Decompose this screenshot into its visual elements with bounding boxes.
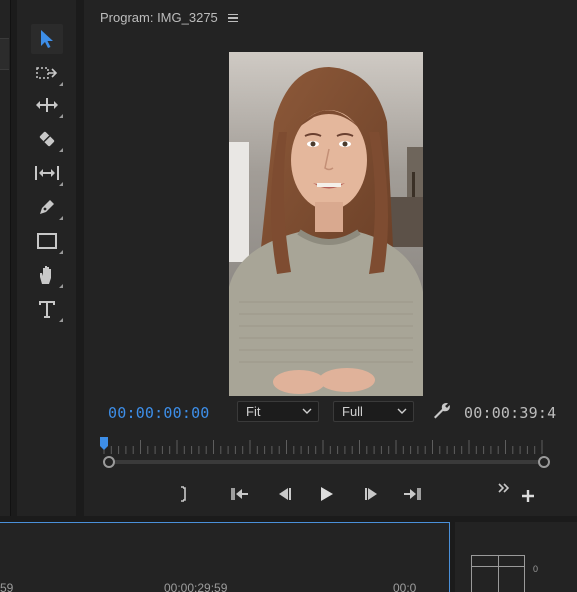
step-forward-icon: [365, 488, 377, 500]
go-to-in-button[interactable]: [228, 482, 252, 506]
play-button[interactable]: [314, 482, 338, 506]
audio-meter-box: [471, 555, 525, 592]
rectangle-icon: [37, 233, 57, 249]
zoom-handle-right[interactable]: [538, 456, 550, 468]
timeline-time-label-mid: 00:00:29:59: [164, 581, 228, 592]
resolution-select[interactable]: Full: [333, 401, 414, 422]
monitor-header: Program: IMG_3275: [100, 10, 238, 25]
track-select-icon: [36, 67, 58, 79]
play-icon: [321, 487, 333, 501]
panel-scroll-mark: [0, 38, 9, 70]
timeline-time-label-right: 00:0: [393, 581, 417, 592]
playhead-icon[interactable]: [100, 437, 108, 451]
video-frame[interactable]: [229, 52, 423, 396]
double-chevron-right-icon: [498, 483, 510, 493]
monitor-title: Program: IMG_3275: [100, 10, 218, 25]
zoom-scroll-track[interactable]: [108, 460, 544, 464]
razor-tool[interactable]: [31, 124, 63, 154]
track-select-tool[interactable]: [31, 58, 63, 88]
arrow-cursor-icon: [41, 30, 53, 48]
hand-icon: [40, 266, 51, 284]
mark-out-icon: [181, 486, 186, 502]
timeline-time-label-left: 59: [0, 581, 14, 592]
settings-wrench-icon[interactable]: [431, 402, 451, 420]
slip-tool[interactable]: [31, 158, 63, 188]
chevron-down-icon: [397, 408, 407, 414]
resolution-value: Full: [342, 404, 363, 419]
step-back-button[interactable]: [272, 482, 296, 506]
premiere-workspace: Program: IMG_3275 00:00:00:00 Fit Full 0…: [0, 0, 577, 592]
step-forward-button[interactable]: [360, 482, 384, 506]
step-back-icon: [279, 488, 291, 500]
type-icon: [39, 301, 55, 318]
button-editor-add-button[interactable]: [516, 484, 540, 508]
slip-icon: [35, 166, 59, 180]
audio-meter-panel: 0: [455, 522, 577, 592]
tools-panel: [17, 0, 76, 516]
transport-controls: [84, 480, 577, 508]
timeline-panel[interactable]: 59 00:00:29:59 00:0: [0, 522, 450, 592]
mark-out-button[interactable]: [172, 482, 196, 506]
zoom-handle-left[interactable]: [103, 456, 115, 468]
go-to-out-button[interactable]: [400, 482, 424, 506]
more-controls-button[interactable]: [492, 476, 516, 500]
ripple-edit-icon: [36, 98, 58, 112]
pen-icon: [40, 200, 54, 214]
type-tool[interactable]: [31, 294, 63, 324]
panel-menu-icon[interactable]: [227, 13, 238, 22]
video-frame-image: [229, 52, 423, 396]
plus-icon: [522, 490, 534, 502]
chevron-down-icon: [302, 408, 312, 414]
razor-icon: [39, 131, 55, 147]
rectangle-tool[interactable]: [31, 226, 63, 256]
audio-meter-zero-label: 0: [533, 564, 539, 574]
go-to-in-icon: [231, 488, 248, 500]
zoom-level-value: Fit: [246, 404, 261, 419]
duration-timecode: 00:00:39:4: [464, 404, 557, 422]
selection-tool[interactable]: [31, 24, 63, 54]
pen-tool[interactable]: [31, 192, 63, 222]
left-panel-edge: [0, 0, 11, 516]
go-to-out-icon: [404, 488, 421, 500]
zoom-level-select[interactable]: Fit: [237, 401, 319, 422]
current-timecode[interactable]: 00:00:00:00: [108, 404, 210, 422]
time-ruler[interactable]: [102, 436, 548, 456]
hand-tool[interactable]: [31, 260, 63, 290]
program-monitor-panel: Program: IMG_3275 00:00:00:00 Fit Full 0…: [84, 0, 577, 516]
ripple-edit-tool[interactable]: [31, 90, 63, 120]
